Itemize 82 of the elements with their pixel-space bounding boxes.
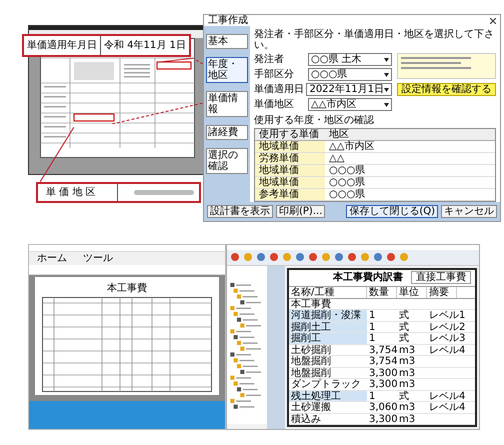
table-cell-text: m3 bbox=[398, 414, 416, 424]
sidebar-button[interactable]: 年度・地区 bbox=[206, 57, 248, 83]
sidebar-button[interactable]: 諸経費 bbox=[206, 125, 248, 140]
table-cell-text: レベル4 bbox=[428, 344, 466, 355]
table-cell-text: 土砂掘削 bbox=[290, 344, 332, 355]
table-cell: 地域単価 bbox=[255, 165, 325, 176]
column-header: 使用する単価 bbox=[258, 129, 320, 140]
table-cell-text: △△ bbox=[328, 153, 346, 164]
table-cell-text: 式 bbox=[398, 322, 410, 332]
table-cell-text: レベル4 bbox=[428, 402, 466, 412]
table-cell: 残土処理工 bbox=[289, 390, 367, 401]
table-cell-text: m3 bbox=[398, 356, 416, 366]
table-cell-text: 式 bbox=[398, 310, 410, 320]
table-cell: 地域単価 bbox=[255, 141, 325, 152]
document-title: 本工事費 bbox=[107, 283, 147, 294]
table-cell: 掘削工 bbox=[289, 333, 367, 344]
tab[interactable]: ツール bbox=[79, 253, 117, 264]
table-cell-text: 3,300 bbox=[368, 414, 397, 424]
estimate-title: 本工事費内訳書 bbox=[333, 272, 403, 283]
column-header: 摘要 bbox=[427, 286, 457, 298]
callout-value: 令和 4年11月 1日 bbox=[103, 38, 187, 53]
table-cell-text: 積込み bbox=[290, 414, 322, 424]
instruction-text: 発注者・手部区分・単価適用日・地区を選択して下さい。 bbox=[254, 29, 495, 51]
table-cell-text: レベル4 bbox=[428, 390, 466, 401]
tab[interactable]: ホーム bbox=[33, 253, 71, 264]
table-cell-text: m3 bbox=[398, 344, 416, 355]
dropdown-field[interactable]: ○○県 土木 bbox=[308, 53, 392, 66]
table-cell: 地域単価 bbox=[255, 177, 325, 188]
table-cell-text: 3,300 bbox=[368, 379, 397, 390]
table-cell-text: 地盤掘削 bbox=[290, 356, 332, 366]
sidebar-button[interactable]: 選択の確認 bbox=[206, 148, 248, 174]
callout-label: 単価適用年月日 bbox=[24, 36, 101, 55]
dropdown-field[interactable]: △△市内区 bbox=[308, 98, 392, 111]
footer-button[interactable]: キャンセル bbox=[441, 205, 497, 218]
sidebar-button[interactable]: 基本 bbox=[206, 34, 248, 49]
table-cell-text: 3,754 bbox=[368, 344, 397, 355]
table-cell-text: ○○○県 bbox=[328, 165, 366, 176]
footer-button[interactable]: 保存して閉じる(Q) bbox=[346, 205, 438, 218]
table-cell-text: レベル3 bbox=[428, 333, 466, 344]
action-button[interactable]: 設定情報を確認する bbox=[397, 83, 496, 96]
window-title: 工事作成 bbox=[208, 15, 248, 26]
table-cell: 掘削土工 bbox=[289, 322, 367, 332]
table-cell-text: 3,300 bbox=[368, 368, 397, 378]
field-label: 単価適用日 bbox=[254, 84, 304, 95]
table-cell-text: 3,060 bbox=[368, 402, 397, 412]
footer-button[interactable]: 設計書を表示 bbox=[207, 205, 273, 218]
table-cell-text: 1 bbox=[368, 310, 376, 320]
table-cell-text: 3,754 bbox=[368, 356, 397, 366]
table-cell-text: 1 bbox=[368, 322, 376, 332]
table-cell-text: m3 bbox=[398, 402, 416, 412]
section-title: 使用する年度・地区の確認 bbox=[254, 115, 375, 126]
column-header: 名称/工種 bbox=[289, 286, 367, 298]
table-cell-text: m3 bbox=[398, 379, 416, 390]
field-label: 単価地区 bbox=[254, 99, 295, 110]
table-cell-text: レベル2 bbox=[428, 322, 466, 332]
table-cell-text: 土砂運搬 bbox=[290, 402, 332, 412]
table-cell-text: 1 bbox=[368, 390, 376, 401]
table-cell-text: 式 bbox=[398, 390, 410, 401]
table-cell-text: 地盤掘削 bbox=[290, 368, 332, 378]
callout-label: 単 価 地 区 bbox=[38, 184, 118, 201]
table-cell-text: ○○○県 bbox=[328, 177, 366, 188]
sidebar-button[interactable]: 単価情報 bbox=[206, 91, 248, 117]
table-cell-text: m3 bbox=[398, 368, 416, 378]
table-cell-text: ダンプトラック bbox=[290, 379, 362, 390]
header-tag: 直接工事費 bbox=[411, 271, 471, 284]
table-cell: 労務単価 bbox=[255, 153, 325, 164]
footer-button[interactable]: 印刷(P)... bbox=[276, 205, 326, 218]
table-cell: 河道掘削・浚渫 bbox=[289, 310, 367, 320]
table-cell-text: 本工事費 bbox=[290, 298, 332, 309]
column-header: 単位 bbox=[397, 286, 427, 298]
table-cell: 参考単価 bbox=[255, 189, 325, 200]
dropdown-field[interactable]: ○○○県 bbox=[308, 68, 392, 81]
field-label: 発注者 bbox=[254, 54, 285, 65]
table-cell-text: △△市内区 bbox=[328, 141, 376, 152]
column-header: 数量 bbox=[367, 286, 397, 298]
table-cell-text: ○○○県 bbox=[328, 189, 366, 200]
table-cell-text: レベル1 bbox=[428, 310, 466, 320]
field-label: 手部区分 bbox=[254, 69, 295, 80]
column-header: 地区 bbox=[328, 129, 350, 140]
dropdown-field[interactable]: 2022年11月1日 bbox=[306, 83, 392, 96]
table-cell-text: 式 bbox=[398, 333, 410, 344]
table-cell-text: 1 bbox=[368, 333, 376, 344]
